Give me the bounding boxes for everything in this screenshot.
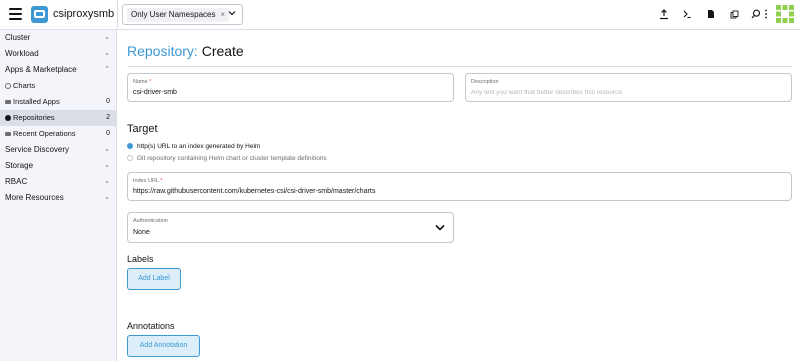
kubeconfig-download-icon[interactable]: [704, 7, 718, 21]
import-yaml-icon[interactable]: [657, 7, 671, 21]
add-label-button[interactable]: Add Label: [127, 268, 181, 290]
nav-group-label: Workload: [5, 49, 39, 58]
target-section-title: Target: [127, 123, 158, 135]
chevron-down-icon: [435, 224, 445, 231]
index-url-field-label: Index URL *: [133, 178, 162, 184]
name-label-text: Name: [133, 79, 148, 85]
radio-helm-index[interactable]: http(s) URL to an index generated by Hel…: [127, 142, 260, 151]
namespace-filter-select[interactable]: Only User Namespaces ×: [122, 4, 243, 25]
authentication-select[interactable]: Authentication None: [127, 212, 454, 243]
chevron-down-icon: ⌄: [104, 162, 110, 169]
nav-group-label: RBAC: [5, 177, 28, 186]
index-url-label-text: Index URL: [133, 178, 159, 184]
cluster-logo-icon: [31, 6, 48, 23]
index-url-field[interactable]: Index URL * https://raw.githubuserconten…: [127, 172, 792, 201]
top-header: csiproxysmb Only User Namespaces ×: [0, 0, 800, 30]
title-divider: [127, 66, 792, 67]
radio-selected-icon: [127, 143, 133, 149]
chevron-down-icon: ⌄: [104, 146, 110, 153]
cluster-name[interactable]: csiproxysmb: [53, 8, 114, 20]
folder-icon: [5, 100, 11, 104]
chevron-down-icon: [228, 11, 236, 16]
kubectl-shell-icon[interactable]: [680, 7, 694, 21]
description-field[interactable]: Description Any text you want that bette…: [465, 73, 792, 102]
nav-group-label: Apps & Marketplace: [5, 65, 77, 74]
namespace-filter-chip: Only User Namespaces ×: [127, 8, 230, 22]
side-navigation: Cluster ⌄ Workload ⌄ Apps & Marketplace …: [0, 30, 117, 361]
authentication-field-label: Authentication: [133, 218, 168, 224]
sidebar-item-repositories[interactable]: Repositories 2: [0, 110, 117, 126]
description-field-placeholder[interactable]: Any text you want that better describes …: [471, 89, 622, 96]
page-title-action: Create: [197, 43, 244, 59]
copy-kubeconfig-icon[interactable]: [727, 7, 741, 21]
nav-group-label: Storage: [5, 161, 34, 170]
chip-remove-icon[interactable]: ×: [220, 10, 225, 19]
chevron-down-icon: ⌄: [104, 34, 110, 41]
name-field-value[interactable]: csi-driver-smb: [133, 89, 177, 96]
chevron-down-icon: ⌄: [104, 178, 110, 185]
charts-icon: [5, 83, 11, 89]
required-marker: *: [149, 79, 152, 85]
sidebar-item-count: 0: [106, 98, 110, 105]
folder-icon: [5, 132, 11, 136]
sidebar-item-count: 2: [106, 114, 110, 121]
chevron-down-icon: ⌄: [104, 50, 110, 57]
annotations-section-title: Annotations: [127, 321, 175, 331]
user-avatar[interactable]: [775, 4, 795, 24]
radio-label: http(s) URL to an index generated by Hel…: [137, 143, 261, 150]
nav-group-storage[interactable]: Storage ⌄: [0, 158, 117, 174]
nav-group-label: More Resources: [5, 193, 64, 202]
sidebar-item-installed-apps[interactable]: Installed Apps 0: [0, 94, 117, 110]
nav-group-workload[interactable]: Workload ⌄: [0, 46, 117, 62]
index-url-field-value[interactable]: https://raw.githubusercontent.com/kubern…: [133, 188, 375, 195]
nav-group-service-discovery[interactable]: Service Discovery ⌄: [0, 142, 117, 158]
name-field[interactable]: Name * csi-driver-smb: [127, 73, 454, 102]
sidebar-item-label: Recent Operations: [13, 129, 76, 138]
sidebar-item-label: Charts: [13, 81, 36, 90]
nav-group-more-resources[interactable]: More Resources ⌄: [0, 190, 117, 206]
nav-group-label: Service Discovery: [5, 145, 70, 154]
namespace-filter-chip-label: Only User Namespaces: [131, 10, 216, 19]
header-divider: [117, 0, 118, 30]
labels-section-title: Labels: [127, 254, 154, 264]
more-actions-icon[interactable]: [759, 7, 773, 21]
sidebar-item-label: Repositories: [13, 113, 55, 122]
chevron-up-icon: ⌃: [104, 66, 110, 73]
sidebar-item-label: Installed Apps: [13, 97, 60, 106]
sidebar-item-count: 0: [106, 130, 110, 137]
authentication-field-value: None: [133, 229, 150, 236]
chevron-down-icon: ⌄: [104, 194, 110, 201]
radio-label: Git repository containing Helm chart or …: [137, 155, 327, 162]
hamburger-menu-icon[interactable]: [9, 8, 22, 20]
nav-group-cluster[interactable]: Cluster ⌄: [0, 30, 117, 46]
required-marker: *: [160, 178, 163, 184]
add-annotation-button[interactable]: Add Annotation: [127, 335, 200, 357]
page-title-link[interactable]: Repository:: [127, 43, 198, 59]
description-field-label: Description: [471, 79, 499, 85]
nav-group-apps-marketplace[interactable]: Apps & Marketplace ⌃: [0, 62, 117, 78]
radio-git-repository[interactable]: Git repository containing Helm chart or …: [127, 154, 327, 163]
page-title: Repository: Create: [127, 43, 244, 59]
nav-group-label: Cluster: [5, 33, 31, 42]
repository-icon: [5, 115, 11, 121]
radio-unselected-icon: [127, 155, 133, 161]
sidebar-item-charts[interactable]: Charts: [0, 78, 117, 94]
sidebar-item-recent-operations[interactable]: Recent Operations 0: [0, 126, 117, 142]
name-field-label: Name *: [133, 79, 151, 85]
nav-group-rbac[interactable]: RBAC ⌄: [0, 174, 117, 190]
